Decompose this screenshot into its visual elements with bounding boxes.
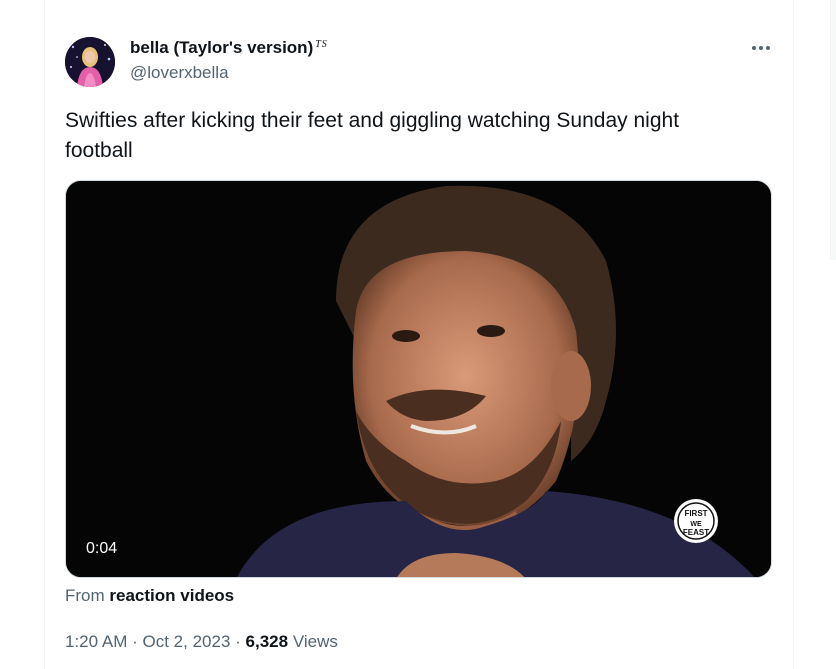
tweet-date[interactable]: Oct 2, 2023 (143, 632, 231, 651)
source-prefix: From (65, 586, 105, 605)
column-divider-left (44, 0, 45, 669)
more-dot (766, 46, 770, 50)
tweet-text: Swifties after kicking their feet and gi… (65, 109, 680, 162)
more-dot (752, 46, 756, 50)
svg-text:FEAST: FEAST (683, 528, 709, 537)
right-sidebar-edge (830, 0, 836, 260)
svg-text:WE: WE (690, 521, 702, 528)
video-frame: FIRST WE FEAST (66, 181, 771, 577)
tweet-meta: 1:20 AM · Oct 2, 2023 · 6,328 Views (65, 632, 338, 652)
views-label: Views (292, 632, 338, 651)
video-player[interactable]: FIRST WE FEAST (65, 180, 772, 578)
meta-separator: · (132, 632, 138, 651)
author-name-row[interactable]: bella (Taylor's version) TS (130, 38, 328, 58)
column-divider-right (793, 0, 794, 669)
video-duration: 0:04 (86, 540, 118, 557)
source-link[interactable]: reaction videos (109, 586, 234, 605)
avatar[interactable] (65, 37, 115, 87)
views-count[interactable]: 6,328 (246, 632, 289, 651)
svg-text:FIRST: FIRST (684, 509, 707, 518)
author-display-name[interactable]: bella (Taylor's version) (130, 38, 313, 58)
more-dot (759, 46, 763, 50)
author-handle[interactable]: @loverxbella (130, 63, 229, 83)
more-options-icon[interactable] (748, 38, 774, 58)
tweet-time[interactable]: 1:20 AM (65, 632, 127, 651)
meta-separator: · (235, 632, 241, 651)
author-badge: TS (315, 39, 328, 50)
source-attribution: From reaction videos (65, 586, 234, 606)
